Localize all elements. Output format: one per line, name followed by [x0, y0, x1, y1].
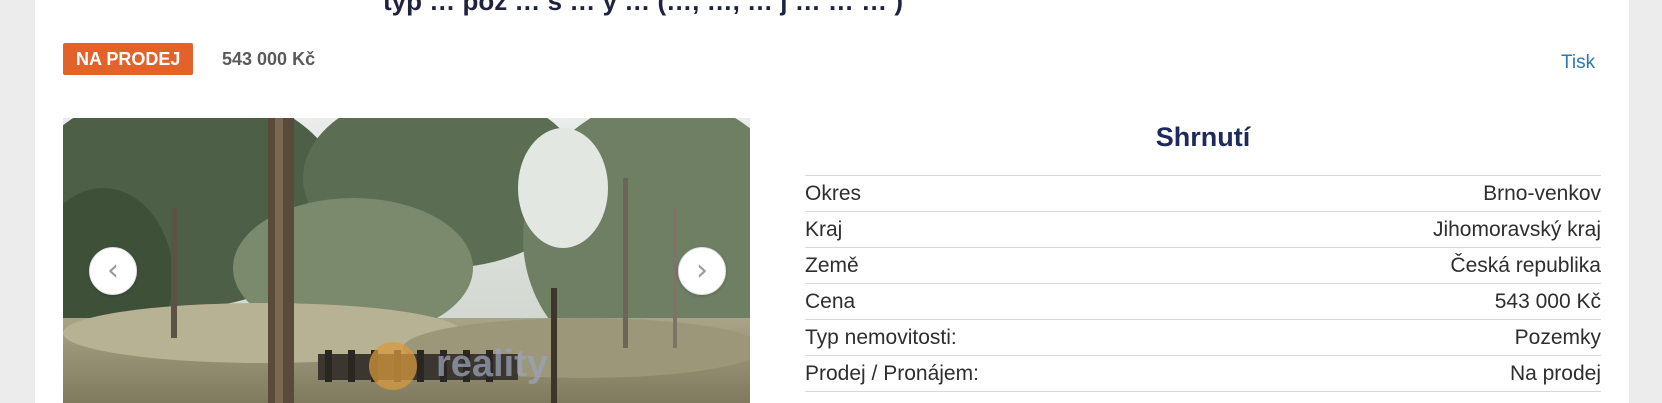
- summary-value: Česká republika: [1450, 253, 1601, 277]
- gallery-prev-button[interactable]: ‹: [89, 247, 137, 295]
- sale-badge: NA PRODEJ: [63, 43, 194, 75]
- listing-card: NA PRODEJ 543 000 Kč Tisk reality ‹ › Sh…: [35, 0, 1629, 403]
- summary-table: Okres Brno-venkov Kraj Jihomoravský kraj…: [805, 175, 1601, 392]
- summary-row: Typ nemovitosti: Pozemky: [805, 319, 1601, 356]
- summary-row: Cena 543 000 Kč: [805, 283, 1601, 320]
- summary-value: Brno-venkov: [1483, 181, 1601, 205]
- summary-value: 543 000 Kč: [1494, 289, 1601, 313]
- property-photo: reality: [63, 118, 750, 403]
- summary-row: Okres Brno-venkov: [805, 175, 1601, 212]
- photo-gallery[interactable]: reality: [63, 118, 750, 403]
- summary-value: Na prodej: [1509, 361, 1601, 385]
- summary-label: Cena: [805, 289, 856, 313]
- listing-title-cut: typ … poz … s … ý … (…, …, … j … … … ): [383, 0, 904, 16]
- summary-label: Okres: [805, 181, 862, 205]
- watermark-text: reality: [436, 343, 548, 385]
- summary-label: Prodej / Pronájem:: [805, 361, 979, 385]
- summary-label: Typ nemovitosti:: [805, 325, 957, 349]
- gallery-next-button[interactable]: ›: [678, 247, 726, 295]
- chevron-right-icon: ›: [696, 253, 708, 288]
- summary-title: Shrnutí: [1155, 122, 1251, 152]
- summary-row: Kraj Jihomoravský kraj: [805, 211, 1601, 248]
- summary-label: Kraj: [805, 217, 843, 241]
- summary-value: Pozemky: [1514, 325, 1601, 349]
- summary-row: Země Česká republika: [805, 247, 1601, 284]
- summary-value: Jihomoravský kraj: [1432, 217, 1601, 241]
- listing-price: 543 000 Kč: [222, 49, 316, 69]
- chevron-left-icon: ‹: [107, 253, 119, 288]
- print-link[interactable]: Tisk: [1561, 52, 1595, 74]
- summary-row: Prodej / Pronájem: Na prodej: [805, 355, 1601, 392]
- summary-label: Země: [805, 253, 859, 277]
